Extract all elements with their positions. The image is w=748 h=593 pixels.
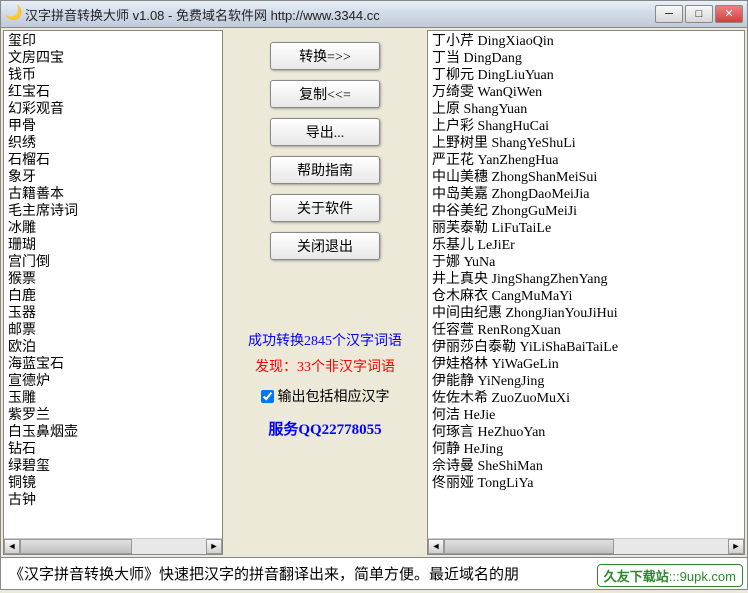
input-line: 宣德炉 xyxy=(8,373,218,390)
input-line: 钱币 xyxy=(8,67,218,84)
input-line: 冰雕 xyxy=(8,220,218,237)
window-controls: ─ □ ✕ xyxy=(655,5,743,23)
input-line: 白玉鼻烟壶 xyxy=(8,424,218,441)
service-qq: 服务QQ22778055 xyxy=(229,418,421,439)
input-line: 猴票 xyxy=(8,271,218,288)
main-area: 玺印文房四宝钱币红宝石幻彩观音甲骨织绣石榴石象牙古籍善本毛主席诗词冰雕珊瑚宫门倒… xyxy=(0,28,748,558)
input-line: 红宝石 xyxy=(8,84,218,101)
output-checkbox-row: 输出包括相应汉字 xyxy=(229,386,421,406)
output-line: 伊丽莎白泰勒 YiLiShaBaiTaiLe xyxy=(432,339,740,356)
input-line: 古籍善本 xyxy=(8,186,218,203)
input-line: 玉雕 xyxy=(8,390,218,407)
input-line: 玺印 xyxy=(8,33,218,50)
output-line: 于娜 YuNa xyxy=(432,254,740,271)
output-line: 乐基儿 LeJiEr xyxy=(432,237,740,254)
output-line: 井上真央 JingShangZhenYang xyxy=(432,271,740,288)
input-line: 钻石 xyxy=(8,441,218,458)
output-line: 上原 ShangYuan xyxy=(432,101,740,118)
input-line: 宫门倒 xyxy=(8,254,218,271)
watermark-site: 久友下载站 xyxy=(604,569,669,584)
input-line: 紫罗兰 xyxy=(8,407,218,424)
output-line: 上野树里 ShangYeShuLi xyxy=(432,135,740,152)
input-line: 欧泊 xyxy=(8,339,218,356)
output-line: 何琢言 HeZhuoYan xyxy=(432,424,740,441)
status-success: 成功转换2845个汉字词语 xyxy=(229,330,421,350)
export-button[interactable]: 导出... xyxy=(270,118,380,146)
output-text-content[interactable]: 丁小芹 DingXiaoQin丁当 DingDang丁柳元 DingLiuYua… xyxy=(428,31,744,538)
output-line: 何洁 HeJie xyxy=(432,407,740,424)
input-line: 铜镜 xyxy=(8,475,218,492)
output-line: 上户彩 ShangHuCai xyxy=(432,118,740,135)
output-line: 佟丽娅 TongLiYa xyxy=(432,475,740,492)
scroll-track[interactable] xyxy=(444,539,728,554)
footer-text: 《汉字拼音转换大师》快速把汉字的拼音翻译出来，简单方便。最近域名的朋 xyxy=(9,563,519,584)
output-text-panel[interactable]: 丁小芹 DingXiaoQin丁当 DingDang丁柳元 DingLiuYua… xyxy=(427,30,745,555)
about-button[interactable]: 关于软件 xyxy=(270,194,380,222)
output-line: 伊娃格林 YiWaGeLin xyxy=(432,356,740,373)
output-line: 中谷美纪 ZhongGuMeiJi xyxy=(432,203,740,220)
input-line: 石榴石 xyxy=(8,152,218,169)
input-line: 幻彩观音 xyxy=(8,101,218,118)
input-text-panel[interactable]: 玺印文房四宝钱币红宝石幻彩观音甲骨织绣石榴石象牙古籍善本毛主席诗词冰雕珊瑚宫门倒… xyxy=(3,30,223,555)
exit-button[interactable]: 关闭退出 xyxy=(270,232,380,260)
title-bar: 🌙 汉字拼音转换大师 v1.08 - 免费域名软件网 http://www.33… xyxy=(0,0,748,28)
input-line: 海蓝宝石 xyxy=(8,356,218,373)
output-line: 丁当 DingDang xyxy=(432,50,740,67)
output-line: 任容萱 RenRongXuan xyxy=(432,322,740,339)
scroll-track[interactable] xyxy=(20,539,206,554)
help-button[interactable]: 帮助指南 xyxy=(270,156,380,184)
convert-button[interactable]: 转换=>> xyxy=(270,42,380,70)
output-line: 丁柳元 DingLiuYuan xyxy=(432,67,740,84)
output-line: 佐佐木希 ZuoZuoMuXi xyxy=(432,390,740,407)
output-line: 中岛美嘉 ZhongDaoMeiJia xyxy=(432,186,740,203)
input-line: 织绣 xyxy=(8,135,218,152)
window-title: 汉字拼音转换大师 v1.08 - 免费域名软件网 http://www.3344… xyxy=(25,5,655,24)
input-line: 甲骨 xyxy=(8,118,218,135)
copy-button[interactable]: 复制<<= xyxy=(270,80,380,108)
input-text-content[interactable]: 玺印文房四宝钱币红宝石幻彩观音甲骨织绣石榴石象牙古籍善本毛主席诗词冰雕珊瑚宫门倒… xyxy=(4,31,222,538)
input-line: 古钟 xyxy=(8,492,218,509)
watermark-dots: ::: xyxy=(669,569,680,584)
scroll-left-arrow[interactable]: ◄ xyxy=(428,539,444,554)
output-line: 中山美穗 ZhongShanMeiSui xyxy=(432,169,740,186)
scroll-thumb[interactable] xyxy=(444,539,614,554)
output-line: 严正花 YanZhengHua xyxy=(432,152,740,169)
left-scrollbar[interactable]: ◄ ► xyxy=(4,538,222,554)
status-found: 发现：33个非汉字词语 xyxy=(229,356,421,376)
maximize-button[interactable]: □ xyxy=(685,5,713,23)
output-line: 仓木麻衣 CangMuMaYi xyxy=(432,288,740,305)
footer-bar: 《汉字拼音转换大师》快速把汉字的拼音翻译出来，简单方便。最近域名的朋 久友下载站… xyxy=(0,558,748,590)
output-line: 何静 HeJing xyxy=(432,441,740,458)
input-line: 毛主席诗词 xyxy=(8,203,218,220)
status-area: 成功转换2845个汉字词语 发现：33个非汉字词语 输出包括相应汉字 服务QQ2… xyxy=(229,330,421,439)
output-line: 丽芙泰勒 LiFuTaiLe xyxy=(432,220,740,237)
input-line: 珊瑚 xyxy=(8,237,218,254)
input-line: 邮票 xyxy=(8,322,218,339)
input-line: 绿碧玺 xyxy=(8,458,218,475)
output-line: 中间由纪惠 ZhongJianYouJiHui xyxy=(432,305,740,322)
input-line: 白鹿 xyxy=(8,288,218,305)
output-line: 佘诗曼 SheShiMan xyxy=(432,458,740,475)
output-line: 丁小芹 DingXiaoQin xyxy=(432,33,740,50)
input-line: 象牙 xyxy=(8,169,218,186)
app-icon: 🌙 xyxy=(5,6,21,22)
scroll-thumb[interactable] xyxy=(20,539,132,554)
output-line: 伊能静 YiNengJing xyxy=(432,373,740,390)
close-button[interactable]: ✕ xyxy=(715,5,743,23)
scroll-left-arrow[interactable]: ◄ xyxy=(4,539,20,554)
output-include-checkbox[interactable] xyxy=(261,390,274,403)
scroll-right-arrow[interactable]: ► xyxy=(728,539,744,554)
input-line: 玉器 xyxy=(8,305,218,322)
center-controls: 转换=>> 复制<<= 导出... 帮助指南 关于软件 关闭退出 成功转换284… xyxy=(225,28,425,557)
watermark-badge: 久友下载站:::9upk.com xyxy=(597,564,743,587)
input-line: 文房四宝 xyxy=(8,50,218,67)
watermark-url: 9upk.com xyxy=(680,569,736,584)
scroll-right-arrow[interactable]: ► xyxy=(206,539,222,554)
right-scrollbar[interactable]: ◄ ► xyxy=(428,538,744,554)
checkbox-label: 输出包括相应汉字 xyxy=(278,386,390,406)
output-line: 万绮雯 WanQiWen xyxy=(432,84,740,101)
minimize-button[interactable]: ─ xyxy=(655,5,683,23)
